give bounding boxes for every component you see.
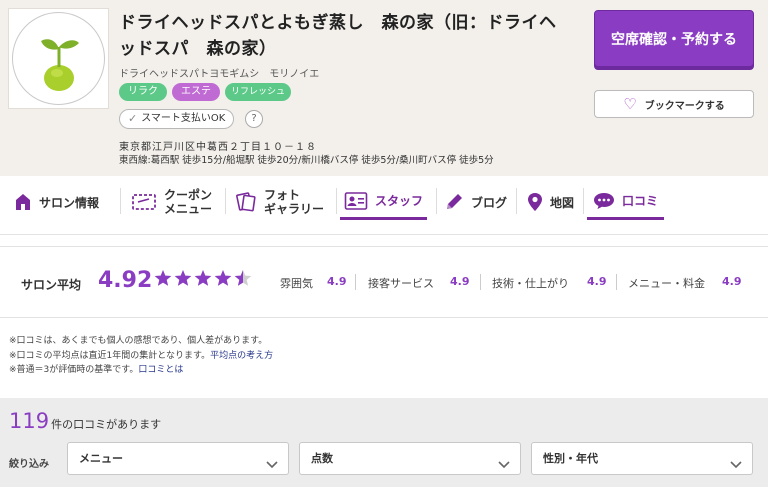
category-divider — [355, 274, 356, 290]
category-technique-score: 4.9 — [587, 275, 607, 288]
tab-staff[interactable]: スタッフ — [340, 184, 428, 220]
reserve-button[interactable]: 空席確認・予約する — [594, 10, 754, 70]
chevron-down-icon — [265, 452, 279, 483]
help-icon[interactable]: ? — [245, 110, 263, 128]
map-pin-icon — [527, 192, 543, 212]
category-divider — [480, 274, 481, 290]
salon-kana: ドライヘッドスパトヨモギムシ モリノイエ — [119, 69, 320, 80]
smart-pay-label: スマート支払いOK — [141, 113, 226, 124]
chevron-down-icon — [729, 452, 743, 483]
tab-map[interactable]: 地図 — [527, 184, 574, 220]
rating-summary: サロン平均 4.92 雰囲気 4.9 接客サービス 4.9 技術・仕上がり 4.… — [0, 246, 768, 318]
average-score: 4.92 — [98, 268, 153, 293]
tab-blog[interactable]: ブログ — [444, 184, 507, 220]
speech-bubble-icon — [593, 192, 615, 210]
tab-salon-info-label: サロン情報 — [39, 195, 100, 210]
tab-photo-gallery-label: フォト ギャラリー — [264, 188, 324, 216]
tab-coupon-menu[interactable]: クーポン メニュー — [131, 184, 212, 220]
salon-logo — [8, 8, 109, 109]
heart-icon: ♡ — [623, 94, 637, 113]
smart-pay-badge: ✓ スマート支払いOK — [119, 109, 235, 129]
nav-bottom-border — [0, 234, 768, 235]
tab-photo-gallery[interactable]: フォト ギャラリー — [235, 184, 324, 220]
star-icon — [234, 270, 252, 286]
filter-menu-value: メニュー — [79, 452, 123, 465]
category-ambience-label: 雰囲気 — [280, 277, 313, 290]
review-filter-area: 119 件の口コミがあります 絞り込み メニュー 点数 性別・年代 — [0, 398, 768, 487]
nav-divider — [516, 188, 517, 214]
about-reviews-link[interactable]: 口コミとは — [138, 365, 183, 375]
filter-score-select[interactable]: 点数 — [299, 442, 521, 475]
staff-card-icon — [344, 191, 368, 211]
tab-coupon-line-1: クーポン — [164, 188, 213, 202]
salon-access: 東西線:葛西駅 徒歩15分/船堀駅 徒歩20分/新川橋バス停 徒歩5分/桑川町バ… — [119, 155, 494, 166]
filter-menu-select[interactable]: メニュー — [67, 442, 289, 475]
filter-score-value: 点数 — [311, 452, 333, 465]
tab-coupon-line-2: メニュー — [164, 202, 213, 216]
nav-divider — [436, 188, 437, 214]
star-rating — [154, 269, 252, 287]
review-notes: ※口コミは、あくまでも個人の感想であり、個人差があります。 ※口コミの平均点は直… — [9, 334, 273, 378]
star-icon — [154, 270, 172, 286]
house-icon — [14, 192, 32, 212]
tag-refresh[interactable]: リフレッシュ — [225, 83, 292, 101]
nav-divider — [583, 188, 584, 214]
category-ambience-score: 4.9 — [327, 275, 347, 288]
category-price-score: 4.9 — [722, 275, 742, 288]
bookmark-button[interactable]: ♡ ブックマークする — [594, 90, 754, 118]
photo-icon — [235, 191, 257, 213]
category-divider — [616, 274, 617, 290]
category-technique-label: 技術・仕上がり — [492, 277, 569, 290]
tab-photo-line-2: ギャラリー — [264, 202, 325, 216]
star-icon — [194, 270, 212, 286]
nav-divider — [336, 188, 337, 214]
note-line-3-text: ※普通＝3が評価時の基準です。 — [9, 365, 139, 375]
nav-divider — [225, 188, 226, 214]
category-price-label: メニュー・料金 — [628, 277, 705, 290]
nav-divider — [120, 188, 121, 214]
tab-photo-line-1: フォト — [264, 188, 301, 202]
average-label: サロン平均 — [21, 278, 82, 292]
salon-nav: サロン情報 クーポン メニュー フォト ギャラリー スタッフ ブログ 地図 口コ… — [0, 176, 768, 226]
tab-staff-label: スタッフ — [375, 194, 424, 208]
review-count-text: 件の口コミがあります — [51, 418, 162, 431]
category-service-label: 接客サービス — [368, 277, 434, 290]
coupon-icon — [131, 191, 157, 213]
salon-title: ドライヘッドスパとよもぎ蒸し 森の家（旧：ドライヘ ッドスパ 森の家） — [119, 10, 581, 62]
tag-esthe[interactable]: エステ — [172, 83, 220, 101]
note-line-1: ※口コミは、あくまでも個人の感想であり、個人差があります。 — [9, 336, 268, 346]
filter-gender-age-value: 性別・年代 — [543, 452, 598, 465]
pen-icon — [444, 192, 464, 212]
category-tags: リラク エステ リフレッシュ — [119, 83, 292, 101]
note-line-2: ※口コミの平均点は直近1年間の集計となります。平均点の考え方 — [9, 349, 273, 364]
salon-title-line-1: ドライヘッドスパとよもぎ蒸し 森の家（旧：ドライヘ — [119, 13, 557, 33]
tag-relax[interactable]: リラク — [119, 83, 167, 101]
tab-blog-label: ブログ — [471, 195, 508, 210]
note-line-3: ※普通＝3が評価時の基準です。口コミとは — [9, 363, 273, 378]
tab-salon-info[interactable]: サロン情報 — [14, 184, 99, 220]
category-service-score: 4.9 — [450, 275, 470, 288]
sprout-logo-icon — [12, 12, 105, 105]
tab-map-label: 地図 — [550, 195, 575, 210]
tab-coupon-menu-label: クーポン メニュー — [164, 188, 212, 216]
star-icon — [214, 270, 232, 286]
average-explanation-link[interactable]: 平均点の考え方 — [210, 351, 273, 361]
bookmark-label: ブックマークする — [644, 100, 725, 112]
salon-header: ドライヘッドスパとよもぎ蒸し 森の家（旧：ドライヘ ッドスパ 森の家） ドライヘ… — [0, 0, 768, 176]
chevron-down-icon — [497, 452, 511, 483]
filter-label: 絞り込み — [9, 459, 49, 470]
check-icon: ✓ — [128, 112, 138, 125]
review-count: 119 件の口コミがあります — [9, 409, 161, 433]
review-count-number: 119 — [9, 409, 50, 433]
note-line-2-text: ※口コミの平均点は直近1年間の集計となります。 — [9, 350, 211, 361]
star-icon — [174, 270, 192, 286]
tab-reviews-label: 口コミ — [622, 194, 659, 208]
filter-gender-age-select[interactable]: 性別・年代 — [531, 442, 753, 475]
tab-reviews[interactable]: 口コミ — [587, 184, 665, 220]
salon-title-line-2: ッドスパ 森の家） — [119, 39, 277, 59]
salon-address: 東京都江戸川区中葛西２丁目１０－１８ — [119, 142, 317, 153]
